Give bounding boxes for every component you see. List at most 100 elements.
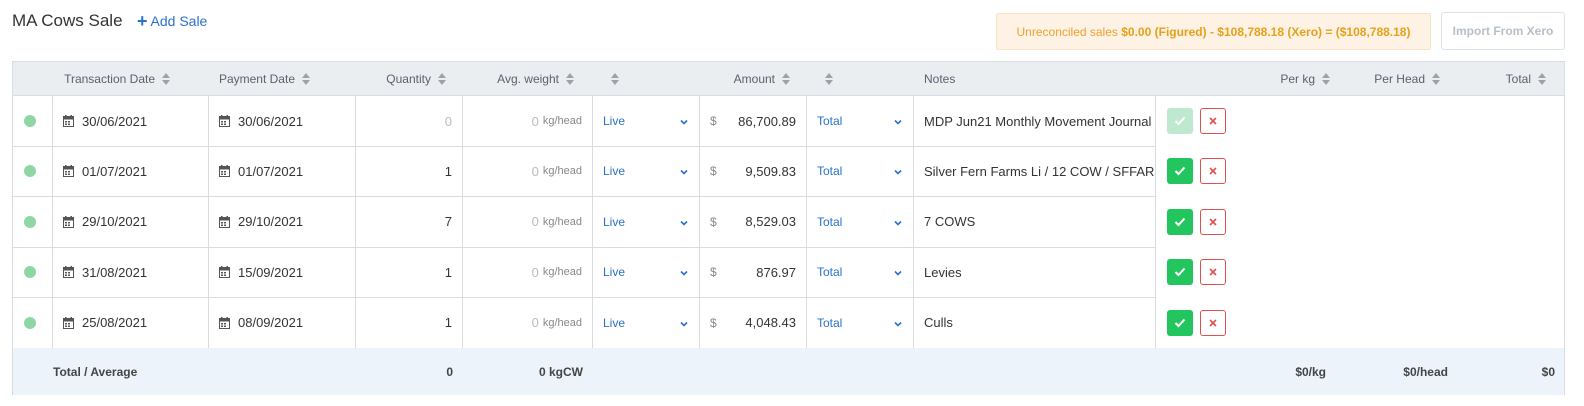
payment-date-field[interactable]: 15/09/2021: [209, 247, 356, 299]
avg-weight-value: 0: [531, 214, 539, 230]
col-per-head[interactable]: Per Head: [1353, 62, 1441, 96]
reject-button[interactable]: [1200, 259, 1226, 286]
sort-icon: [162, 73, 171, 85]
import-from-xero-button[interactable]: Import From Xero: [1441, 12, 1565, 50]
amount-input[interactable]: $ 86,700.89: [700, 96, 807, 147]
col-transaction-date[interactable]: Transaction Date: [53, 62, 171, 96]
col-amount[interactable]: Amount: [713, 62, 791, 96]
sort-icon: [825, 73, 834, 85]
confirm-button[interactable]: [1167, 108, 1193, 134]
calendar-icon: [219, 115, 230, 127]
confirm-button[interactable]: [1167, 309, 1193, 336]
amount-type-select[interactable]: Total: [807, 146, 914, 198]
avg-weight-input[interactable]: 0 kg/head: [463, 196, 593, 248]
notes-input[interactable]: Levies: [914, 247, 1156, 299]
weight-unit: kg/head: [542, 215, 582, 228]
avg-weight-input[interactable]: 0 kg/head: [463, 146, 593, 198]
transaction-date-field[interactable]: 30/06/2021: [53, 96, 209, 147]
transaction-date-value: 31/08/2021: [82, 264, 148, 280]
unreconciled-equals: =: [1325, 24, 1333, 39]
notes-input[interactable]: 7 COWS: [914, 196, 1156, 248]
col-avg-weight[interactable]: Avg. weight: [483, 62, 575, 96]
check-icon: [1174, 167, 1186, 176]
col-notes-label: Notes: [924, 72, 956, 86]
reject-button[interactable]: [1200, 108, 1226, 134]
col-weight-type[interactable]: [593, 62, 620, 96]
quantity-input[interactable]: 0: [356, 96, 463, 147]
quantity-input[interactable]: 1: [356, 297, 463, 349]
payment-date-value: 29/10/2021: [238, 214, 304, 230]
page-title: MA Cows Sale: [12, 11, 123, 30]
calendar-icon: [219, 316, 230, 329]
amount-type-select[interactable]: Total: [807, 96, 914, 147]
currency-symbol: $: [710, 265, 717, 280]
confirm-button[interactable]: [1167, 158, 1193, 185]
amount-type-value: Total: [817, 214, 843, 229]
payment-date-value: 15/09/2021: [238, 264, 304, 280]
weight-type-select[interactable]: Live: [593, 96, 700, 147]
amount-type-select[interactable]: Total: [807, 297, 914, 349]
amount-value: 8,529.03: [745, 214, 796, 230]
avg-weight-input[interactable]: 0 kg/head: [463, 96, 593, 147]
sort-icon: [302, 73, 311, 85]
amount-type-select[interactable]: Total: [807, 196, 914, 248]
quantity-input[interactable]: 7: [356, 196, 463, 248]
calendar-icon: [63, 215, 74, 228]
payment-date-field[interactable]: 08/09/2021: [209, 297, 356, 349]
col-total[interactable]: Total: [1473, 62, 1547, 96]
transaction-date-value: 25/08/2021: [82, 315, 148, 331]
payment-date-field[interactable]: 29/10/2021: [209, 196, 356, 248]
amount-input[interactable]: $ 9,509.83: [700, 146, 807, 198]
transaction-date-value: 29/10/2021: [82, 214, 148, 230]
col-quantity[interactable]: Quantity: [373, 62, 447, 96]
amount-type-value: Total: [817, 315, 843, 330]
reject-button[interactable]: [1200, 309, 1226, 336]
close-icon: [1209, 167, 1217, 175]
weight-type-select[interactable]: Live: [593, 297, 700, 349]
weight-type-select[interactable]: Live: [593, 146, 700, 198]
transaction-date-field[interactable]: 29/10/2021: [53, 196, 209, 248]
weight-unit: kg/head: [542, 115, 582, 127]
col-amount-type[interactable]: [803, 62, 834, 96]
amount-value: 876.97: [756, 264, 796, 280]
reject-button[interactable]: [1200, 208, 1226, 235]
footer-per-head: $0/head: [1403, 364, 1448, 379]
transaction-date-field[interactable]: 31/08/2021: [53, 247, 209, 299]
notes-input[interactable]: Silver Fern Farms Li / 12 COW / SFFARM: [914, 146, 1156, 198]
amount-value: 9,509.83: [745, 163, 796, 179]
col-per-kg[interactable]: Per kg: [1253, 62, 1331, 96]
weight-type-select[interactable]: Live: [593, 196, 700, 248]
table-row: 29/10/2021 29/10/2021 7 0 kg/head Live $ …: [13, 196, 1564, 248]
check-icon: [1174, 268, 1186, 277]
col-payment-date[interactable]: Payment Date: [209, 62, 311, 96]
quantity-input[interactable]: 1: [356, 247, 463, 299]
confirm-button[interactable]: [1167, 208, 1193, 235]
add-sale-button[interactable]: + Add Sale: [137, 12, 208, 30]
amount-input[interactable]: $ 876.97: [700, 247, 807, 299]
chevron-down-icon: [679, 267, 689, 277]
status-cell: [13, 297, 53, 349]
quantity-input[interactable]: 1: [356, 146, 463, 198]
weight-unit: kg/head: [542, 266, 582, 279]
avg-weight-input[interactable]: 0 kg/head: [463, 297, 593, 349]
amount-type-select[interactable]: Total: [807, 247, 914, 299]
payment-date-value: 01/07/2021: [238, 163, 304, 179]
reject-button[interactable]: [1200, 158, 1226, 185]
add-sale-label: Add Sale: [150, 13, 208, 29]
status-cell: [13, 146, 53, 198]
payment-date-field[interactable]: 30/06/2021: [209, 96, 356, 147]
payment-date-field[interactable]: 01/07/2021: [209, 146, 356, 198]
confirm-button[interactable]: [1167, 259, 1193, 286]
amount-type-value: Total: [817, 164, 843, 179]
amount-input[interactable]: $ 4,048.43: [700, 297, 807, 349]
notes-input[interactable]: Culls: [914, 297, 1156, 349]
avg-weight-input[interactable]: 0 kg/head: [463, 247, 593, 299]
weight-type-select[interactable]: Live: [593, 247, 700, 299]
status-dot: [24, 165, 36, 178]
amount-input[interactable]: $ 8,529.03: [700, 196, 807, 248]
chevron-down-icon: [893, 217, 903, 227]
table-footer: Total / Average 0 0 kgCW $0/kg $0/head $…: [13, 348, 1564, 395]
transaction-date-field[interactable]: 01/07/2021: [53, 146, 209, 198]
transaction-date-field[interactable]: 25/08/2021: [53, 297, 209, 349]
notes-input[interactable]: MDP Jun21 Monthly Movement Journal: [914, 96, 1156, 147]
